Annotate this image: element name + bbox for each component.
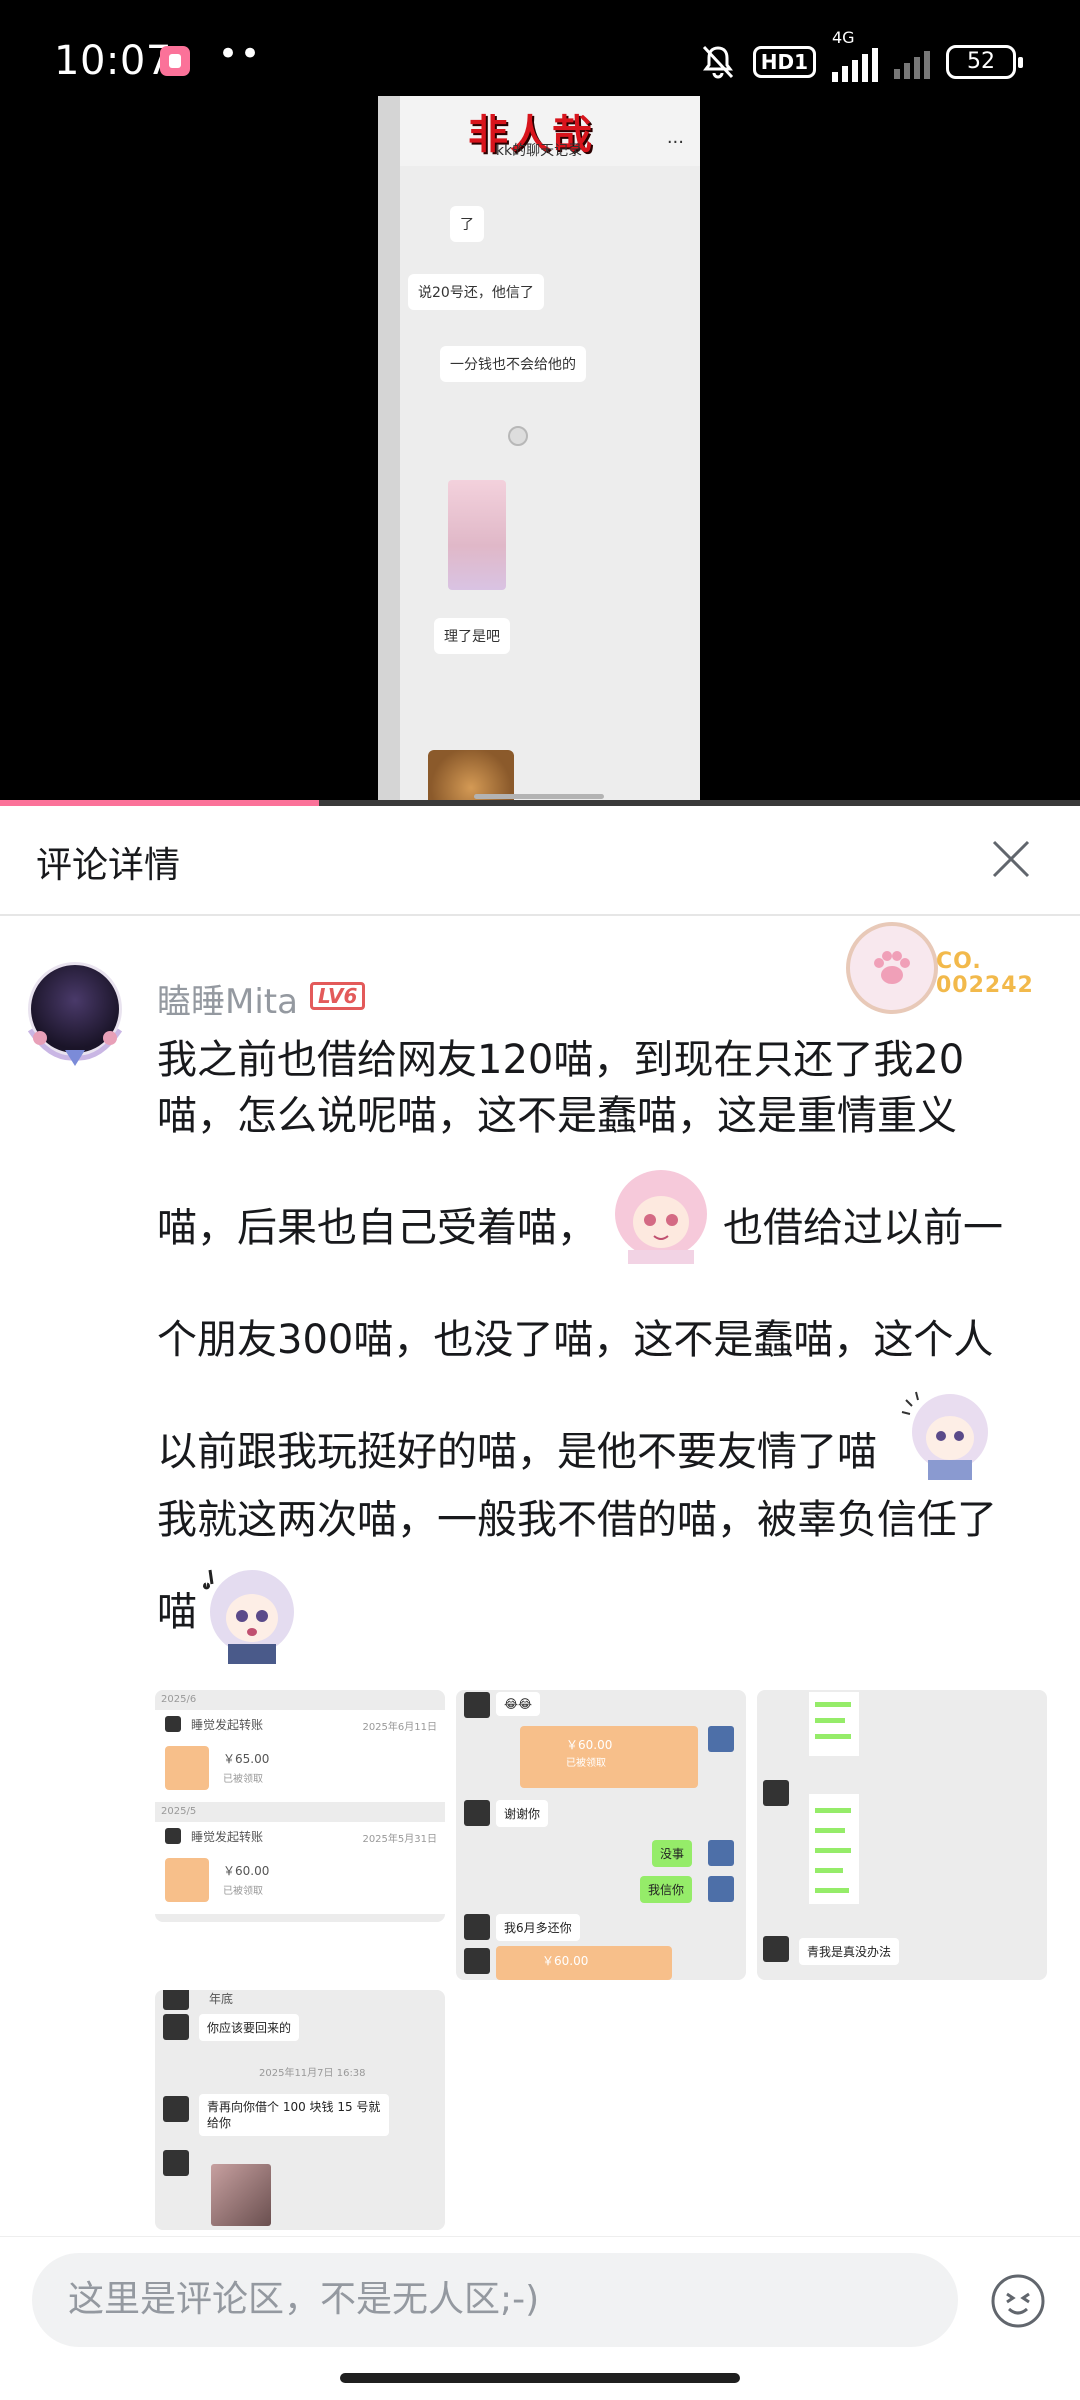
avatar [163,2150,189,2176]
home-indicator[interactable] [340,2373,740,2383]
chat-title: kk的聊天记录 [495,143,583,159]
transfer-amount: ￥60.00 [542,1954,589,1968]
chat-more-icon: ··· [666,132,684,153]
avatar [464,1800,490,1826]
transfer-title: 睡觉发起转账 [191,1830,264,1844]
avatar-pendant-icon [27,1028,123,1066]
comment-image-1[interactable]: 2025/6 睡觉发起转账 2025年6月11日 ￥65.00 已被领取 202… [155,1690,445,1922]
avatar [708,1726,734,1752]
chat-bubble: 我信你 [640,1876,693,1903]
chat-bubble: 了 [450,206,484,242]
chat-image [448,480,506,590]
username[interactable]: 瞌睡Mita [157,974,298,1023]
chat-image [211,2164,271,2226]
comment-image-3[interactable]: 青我是真没办法 [757,1690,1047,1980]
transfer-amount: ￥65.00 [223,1752,270,1766]
video-home-indicator [474,794,604,799]
avatar [163,2096,189,2122]
comment-line: 我之前也借给网友120喵，到现在只还了我20 [157,1037,965,1083]
transfer-record: 睡觉发起转账 2025年6月11日 ￥65.00 已被领取 [155,1710,445,1802]
comment-sheet-header: 评论详情 [0,806,1080,916]
anime-girl-sticker [901,1391,988,1480]
comment-line: 喵，后果也自己受着喵， [157,1205,597,1251]
transfer-amount: ￥60.00 [566,1738,613,1752]
chat-bubble: 没事 [652,1840,693,1867]
transfer-date: 2025年5月31日 [362,1834,437,1845]
avatar [464,1692,490,1718]
transfer-status: 已被领取 [223,1774,263,1785]
chat-text: 年底 [209,1992,234,2006]
signal-2-icon [894,45,930,79]
avatar [763,1780,789,1806]
transfer-status: 已被领取 [223,1886,263,1897]
battery-icon: 52 [946,45,1023,79]
paw-icon [874,951,910,984]
comment-line: 也借给过以前一 [723,1205,1003,1251]
comment-image-2[interactable]: 😂😂 ￥60.00 已被领取 谢谢你 没事 我信你 我6月多还你 ￥60.00 [456,1690,746,1980]
more-notifications-icon: •• [218,34,263,74]
close-icon[interactable] [988,836,1034,882]
comment-line: 喵，怎么说呢喵，这不是蠢喵，这是重情重义 [157,1093,957,1139]
transfer-record: 睡觉发起转账 2025年5月31日 ￥60.00 已被领取 [155,1822,445,1914]
comment-input-bar: 这里是评论区，不是无人区;-) [0,2236,1080,2400]
chat-bubble: 说20号还，他信了 [408,274,544,310]
transfer-status: 已被领取 [566,1758,606,1769]
video-frame: 非人哉 kk的聊天记录 ··· 了 说20号还，他信了 一分钱也不会给他的 理了… [378,96,700,804]
transfer-amount: ￥60.00 [223,1864,270,1878]
chat-bubble: 谢谢你 [496,1800,549,1827]
month-label: 2025/6 [161,1694,197,1705]
transfer-icon [165,1858,209,1902]
video-player[interactable]: 10:07 •• HD1 4G 52 非人哉 kk的聊天记录 ··· 了 说20… [0,0,1080,806]
chat-bubble: 你应该要回来的 [199,2014,300,2041]
mini-screenshot [809,1794,859,1904]
mini-screenshot [809,1692,859,1756]
transfer-title: 睡觉发起转账 [191,1718,264,1732]
month-label: 2025/5 [161,1806,197,1817]
transfer-icon [165,1746,209,1790]
status-icons: HD1 4G 52 [699,28,1023,84]
avatar [464,1914,490,1940]
comment-line: 我就这两次喵，一般我不借的喵，被辜负信任了 [157,1497,997,1543]
fan-number: CO. 002242 [936,949,1034,998]
comment-line: 个朋友300喵，也没了喵，这不是蠢喵，这个人 [157,1317,994,1363]
avatar [708,1876,734,1902]
network-type: 4G [832,28,855,47]
comment-line: 喵 [157,1589,197,1635]
level-badge: LV6 [310,982,366,1010]
avatar [163,1990,189,2010]
mute-bell-icon [702,45,733,79]
transfer-date: 2025年6月11日 [362,1722,437,1733]
emoji-icon[interactable] [990,2273,1046,2329]
chat-bubble: 😂😂 [496,1692,541,1716]
avatar [165,1716,181,1732]
status-time: 10:07 [54,38,172,84]
hd-badge: HD1 [752,46,816,78]
avatar [163,2014,189,2040]
bilibili-app-icon [160,46,190,76]
comment-input[interactable]: 这里是评论区，不是无人区;-) [32,2253,958,2347]
chat-bubble: 青再向你借个 100 块钱 15 号就给你 [199,2094,389,2136]
comment-image-4[interactable]: 年底 你应该要回来的 2025年11月7日 16:38 青再向你借个 100 块… [155,1990,445,2230]
chat-bubble: 我6月多还你 [496,1914,580,1941]
comment-line: 以前跟我玩挺好的喵，是他不要友情了喵 [157,1429,877,1475]
avatar [763,1936,789,1962]
video-side-shadow [378,96,400,804]
avatar [708,1840,734,1866]
chat-time: 2025年11月7日 16:38 [259,2068,366,2079]
avatar [464,1948,490,1974]
anime-girl-sticker [615,1170,707,1264]
anime-girl-sticker [203,1569,294,1664]
loading-circle [508,426,528,446]
chat-bubble: 青我是真没办法 [799,1938,900,1965]
avatar [165,1828,181,1844]
signal-icon [832,48,878,82]
chat-bubble: 理了是吧 [434,618,510,654]
chat-bubble: 一分钱也不会给他的 [440,346,586,382]
sheet-title: 评论详情 [36,845,181,886]
